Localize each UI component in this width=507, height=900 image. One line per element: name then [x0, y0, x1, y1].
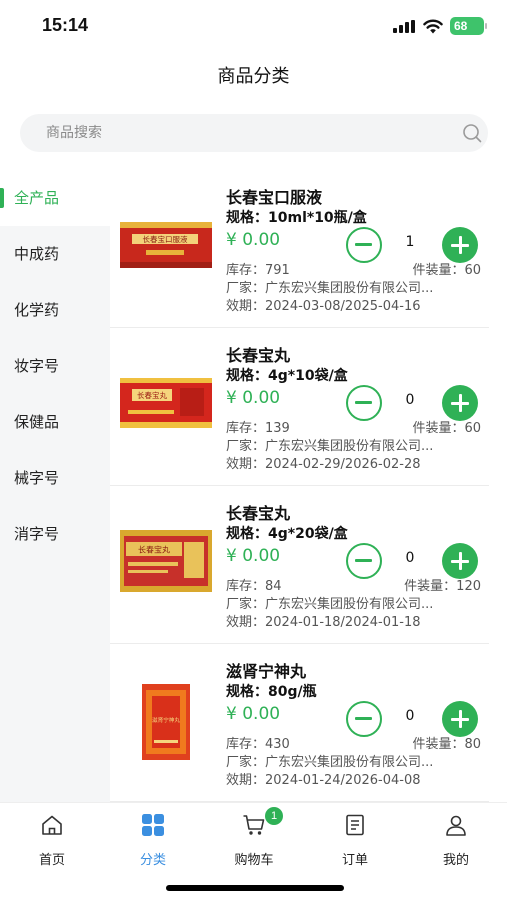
- increase-quantity-button[interactable]: [442, 227, 478, 263]
- tab-orders-label: 订单: [341, 853, 368, 868]
- product-stock: 库存：430: [226, 737, 290, 752]
- product-card[interactable]: 长春宝丸 长春宝丸 规格：4g*20袋/盒 ¥ 0.00 0 库存：84 件装量…: [110, 486, 507, 644]
- category-item-cosmetics[interactable]: 妆字号: [0, 338, 110, 394]
- product-spec: 规格：10ml*10瓶/盒: [226, 210, 367, 226]
- tab-profile[interactable]: 我的: [416, 813, 496, 868]
- category-item-medical-devices[interactable]: 械字号: [0, 450, 110, 506]
- product-image[interactable]: 滋肾宁神丸: [140, 682, 192, 762]
- product-stock: 库存：791: [226, 263, 290, 278]
- status-time: 15:14: [42, 15, 89, 35]
- product-manufacturer: 厂家：广东宏兴集团股份有限公司...: [226, 597, 434, 612]
- user-icon: [446, 815, 466, 836]
- cart-icon: [243, 815, 265, 835]
- category-sidebar: 全产品 中成药 化学药 妆字号 保健品 械字号 消字号: [0, 170, 110, 802]
- tab-orders[interactable]: 订单: [315, 813, 395, 868]
- product-name: 长春宝丸: [226, 346, 291, 365]
- search-input[interactable]: [46, 114, 426, 152]
- increase-quantity-button[interactable]: [442, 543, 478, 579]
- product-name: 滋肾宁神丸: [226, 662, 307, 681]
- quantity-value: 1: [405, 234, 415, 250]
- order-icon: [346, 814, 364, 836]
- product-manufacturer: 厂家：广东宏兴集团股份有限公司...: [226, 281, 434, 296]
- product-name: 长春宝口服液: [226, 188, 323, 207]
- tab-category[interactable]: 分类: [113, 813, 193, 868]
- product-expiry: 效期：2024-01-18/2024-01-18: [226, 615, 421, 630]
- increase-quantity-button[interactable]: [442, 701, 478, 737]
- product-list: 长春宝口服液 长春宝口服液 规格：10ml*10瓶/盒 ¥ 0.00 1 库存：…: [110, 170, 507, 802]
- product-spec: 规格：80g/瓶: [226, 684, 317, 700]
- increase-quantity-button[interactable]: [442, 385, 478, 421]
- product-spec: 规格：4g*20袋/盒: [226, 526, 348, 542]
- product-card[interactable]: 滋肾宁神丸 滋肾宁神丸 规格：80g/瓶 ¥ 0.00 0 库存：430 件装量…: [110, 644, 507, 802]
- tab-cart[interactable]: 1 购物车: [214, 807, 294, 868]
- search-bar[interactable]: [20, 114, 488, 152]
- category-item-all[interactable]: 全产品: [0, 170, 110, 226]
- bottom-tab-bar: 首页 分类 1 购物车 订单 我的: [0, 802, 507, 900]
- product-price: ¥ 0.00: [226, 388, 281, 408]
- tab-profile-label: 我的: [442, 853, 469, 868]
- product-card[interactable]: 长春宝丸 长春宝丸 规格：4g*10袋/盒 ¥ 0.00 0 库存：139 件装…: [110, 328, 507, 486]
- product-box-label: 长春宝口服液: [143, 234, 188, 244]
- home-indicator: [166, 885, 344, 891]
- product-stock: 库存：84: [226, 579, 282, 594]
- home-icon: [42, 815, 62, 835]
- product-name: 长春宝丸: [226, 504, 291, 523]
- cart-badge: 1: [265, 807, 283, 825]
- decrease-quantity-button[interactable]: [346, 701, 382, 737]
- product-image[interactable]: 长春宝丸: [118, 376, 214, 430]
- product-image[interactable]: 长春宝口服液: [118, 218, 214, 272]
- product-box-label: 长春宝丸: [137, 390, 167, 400]
- search-icon[interactable]: [462, 123, 482, 143]
- category-item-disinfectants[interactable]: 消字号: [0, 506, 110, 562]
- status-bar: 15:14 68: [0, 0, 507, 52]
- decrease-quantity-button[interactable]: [346, 543, 382, 579]
- category-item-health-products[interactable]: 保健品: [0, 394, 110, 450]
- product-expiry: 效期：2024-02-29/2026-02-28: [226, 457, 421, 472]
- quantity-value: 0: [405, 708, 415, 724]
- product-pack-quantity: 件装量：120: [404, 579, 481, 594]
- page-title: 商品分类: [217, 66, 290, 87]
- product-box-label: 长春宝丸: [138, 545, 170, 555]
- category-item-chemical-drugs[interactable]: 化学药: [0, 282, 110, 338]
- product-image[interactable]: 长春宝丸: [118, 528, 214, 594]
- product-manufacturer: 厂家：广东宏兴集团股份有限公司...: [226, 755, 434, 770]
- grid-icon: [142, 814, 164, 836]
- product-price: ¥ 0.00: [226, 230, 281, 250]
- product-pack-quantity: 件装量：80: [412, 737, 481, 752]
- product-manufacturer: 厂家：广东宏兴集团股份有限公司...: [226, 439, 434, 454]
- product-expiry: 效期：2024-01-24/2026-04-08: [226, 773, 421, 788]
- product-card[interactable]: 长春宝口服液 长春宝口服液 规格：10ml*10瓶/盒 ¥ 0.00 1 库存：…: [110, 170, 507, 328]
- decrease-quantity-button[interactable]: [346, 385, 382, 421]
- category-item-chinese-patent-medicine[interactable]: 中成药: [0, 226, 110, 282]
- quantity-value: 0: [405, 392, 415, 408]
- decrease-quantity-button[interactable]: [346, 227, 382, 263]
- product-pack-quantity: 件装量：60: [412, 421, 481, 436]
- product-stock: 库存：139: [226, 421, 290, 436]
- product-expiry: 效期：2024-03-08/2025-04-16: [226, 299, 421, 314]
- product-price: ¥ 0.00: [226, 704, 281, 724]
- product-box-label: 滋肾宁神丸: [152, 716, 180, 724]
- tab-category-label: 分类: [139, 853, 166, 868]
- product-spec: 规格：4g*10袋/盒: [226, 368, 348, 384]
- product-price: ¥ 0.00: [226, 546, 281, 566]
- tab-home-label: 首页: [38, 853, 65, 868]
- quantity-value: 0: [405, 550, 415, 566]
- product-pack-quantity: 件装量：60: [412, 263, 481, 278]
- tab-home[interactable]: 首页: [12, 813, 92, 868]
- tab-cart-label: 购物车: [234, 853, 274, 868]
- signal-icon: [393, 20, 415, 33]
- battery-icon: 68: [450, 17, 487, 35]
- wifi-icon: [423, 19, 443, 34]
